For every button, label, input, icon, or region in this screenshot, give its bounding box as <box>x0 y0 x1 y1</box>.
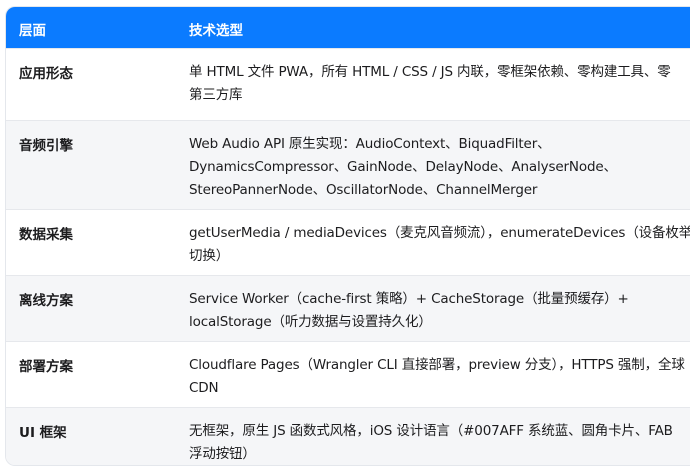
row-value: Cloudflare Pages（Wrangler CLI 直接部署，previ… <box>189 357 685 396</box>
table-row: 离线方案 Service Worker（cache-first 策略）+ Cac… <box>6 275 690 341</box>
table-header: 层面 技术选型 <box>6 7 690 48</box>
row-label: 音频引擎 <box>19 138 73 154</box>
header-tech-choice: 技术选型 <box>189 23 243 39</box>
row-value: 无框架，原生 JS 函数式风格，iOS 设计语言（#007AFF 系统蓝、圆角卡… <box>189 423 673 462</box>
row-label: UI 框架 <box>19 425 67 441</box>
table-row: 应用形态 单 HTML 文件 PWA，所有 HTML / CSS / JS 内联… <box>6 48 690 120</box>
row-value: getUserMedia / mediaDevices（麦克风音频流），enum… <box>189 225 690 264</box>
row-value: Web Audio API 原生实现：AudioContext、BiquadFi… <box>189 136 617 198</box>
row-value: Service Worker（cache-first 策略）+ CacheSto… <box>189 291 629 330</box>
table-row: 数据采集 getUserMedia / mediaDevices（麦克风音频流）… <box>6 209 690 275</box>
row-label: 应用形态 <box>19 66 73 82</box>
table-row: 部署方案 Cloudflare Pages（Wrangler CLI 直接部署，… <box>6 341 690 407</box>
row-label: 离线方案 <box>19 293 73 309</box>
header-layer: 层面 <box>19 23 46 39</box>
row-value: 单 HTML 文件 PWA，所有 HTML / CSS / JS 内联，零框架依… <box>189 64 671 103</box>
row-label: 部署方案 <box>19 359 73 375</box>
row-label: 数据采集 <box>19 227 73 243</box>
tech-stack-table: 层面 技术选型 应用形态 单 HTML 文件 PWA，所有 HTML / CSS… <box>5 6 690 466</box>
table-row: 音频引擎 Web Audio API 原生实现：AudioContext、Biq… <box>6 120 690 209</box>
table-row: UI 框架 无框架，原生 JS 函数式风格，iOS 设计语言（#007AFF 系… <box>6 407 690 465</box>
